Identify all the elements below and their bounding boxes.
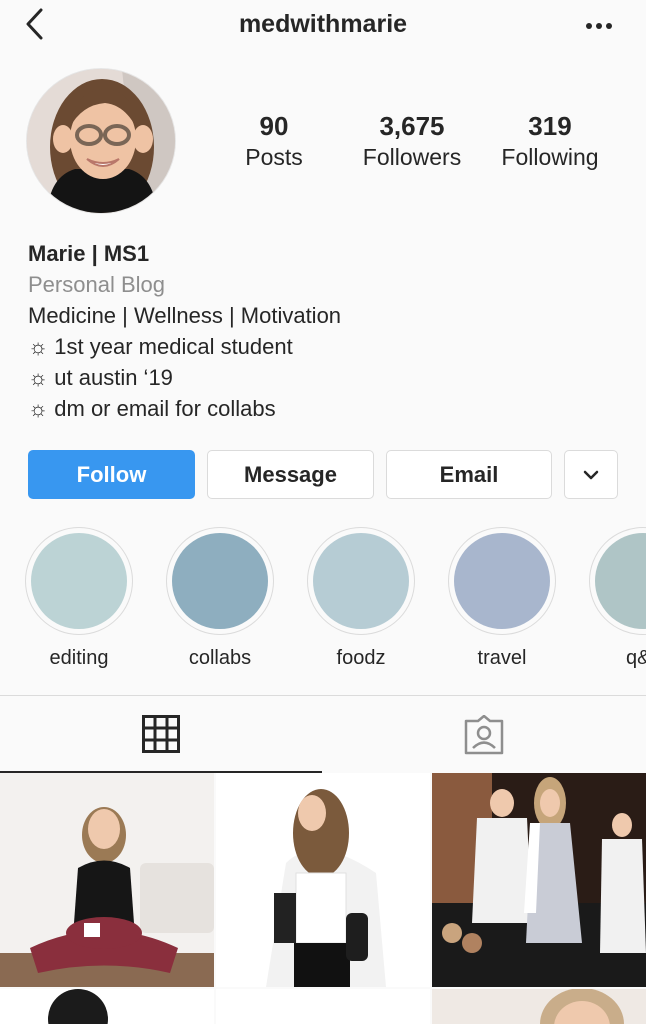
email-button[interactable]: Email	[386, 450, 552, 499]
highlight-ring	[589, 527, 646, 635]
highlight-ring	[25, 527, 133, 635]
avatar-photo	[27, 69, 175, 213]
highlight-clip: q&	[588, 520, 646, 690]
followers-count: 3,675	[379, 111, 445, 141]
highlight-ring	[307, 527, 415, 635]
highlight-editing[interactable]: editing	[24, 527, 134, 670]
highlight-cover	[172, 533, 268, 629]
post-thumbnail[interactable]	[216, 773, 430, 987]
follow-button[interactable]: Follow	[28, 450, 195, 499]
bio-line-4: ☼ dm or email for collabs	[28, 396, 276, 421]
highlight-cover	[31, 533, 127, 629]
highlight-ring	[448, 527, 556, 635]
followers-stat[interactable]: 3,675 Followers	[352, 112, 472, 174]
highlight-label: travel	[477, 647, 527, 669]
highlight-collabs[interactable]: collabs	[165, 527, 275, 670]
suggested-accounts-button[interactable]	[564, 450, 618, 499]
profile-category: Personal Blog	[28, 272, 165, 297]
highlight-travel[interactable]: travel	[447, 527, 557, 670]
highlight-cover	[595, 533, 646, 629]
top-bar: medwithmarie	[0, 0, 646, 52]
highlight-label: q&	[626, 647, 646, 669]
post-thumbnail[interactable]	[0, 773, 214, 987]
profile-tabs	[0, 695, 646, 773]
post-image	[0, 773, 214, 987]
posts-label: Posts	[245, 144, 303, 170]
highlight-label: foodz	[336, 647, 386, 669]
following-count: 319	[528, 111, 572, 141]
following-label: Following	[501, 144, 599, 170]
posts-count: 90	[259, 111, 289, 141]
post-thumbnail[interactable]	[432, 989, 646, 1024]
post-image	[216, 989, 430, 1024]
post-image	[432, 989, 646, 1024]
grid-icon	[142, 714, 180, 753]
post-image	[216, 773, 430, 987]
tab-posts-grid[interactable]	[0, 696, 322, 773]
post-thumbnail[interactable]	[0, 989, 214, 1024]
post-thumbnail[interactable]	[432, 773, 646, 987]
highlight-label: editing	[49, 647, 109, 669]
profile-display-name: Marie | MS1	[28, 241, 150, 266]
chevron-down-icon	[583, 470, 599, 479]
profile-bio: Marie | MS1 Personal Blog Medicine | Wel…	[28, 238, 628, 424]
following-stat[interactable]: 319 Following	[492, 112, 608, 174]
more-dots-icon	[586, 23, 612, 29]
message-button[interactable]: Message	[207, 450, 374, 499]
bio-line-3: ☼ ut austin ‘19	[28, 365, 173, 390]
highlight-cover	[454, 533, 550, 629]
highlight-cover	[313, 533, 409, 629]
profile-avatar[interactable]	[26, 68, 176, 214]
bio-line-1: Medicine | Wellness | Motivation	[28, 303, 342, 328]
post-image	[432, 773, 646, 987]
post-thumbnail[interactable]	[216, 989, 430, 1024]
tagged-icon	[464, 714, 504, 754]
highlight-foodz[interactable]: foodz	[306, 527, 416, 670]
followers-label: Followers	[362, 144, 462, 170]
posts-stat: 90 Posts	[234, 112, 314, 174]
post-image	[0, 989, 214, 1024]
tab-tagged[interactable]	[322, 696, 646, 773]
more-options-button[interactable]	[584, 14, 614, 38]
profile-username: medwithmarie	[238, 10, 408, 38]
bio-line-2: ☼ 1st year medical student	[28, 334, 293, 359]
highlight-label: collabs	[188, 647, 252, 669]
highlight-ring	[166, 527, 274, 635]
highlight-qa[interactable]: q&	[588, 527, 646, 670]
